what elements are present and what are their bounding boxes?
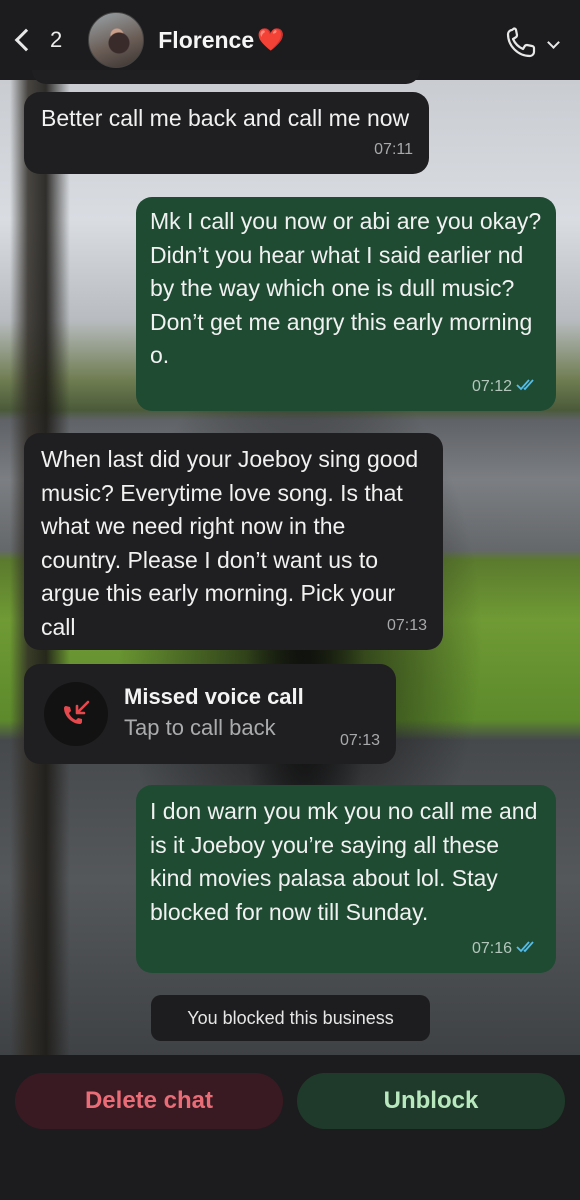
missed-call-card[interactable]: Missed voice call Tap to call back 07:13 bbox=[24, 664, 396, 764]
contact-name[interactable]: Florence bbox=[158, 27, 254, 54]
missed-call-icon bbox=[64, 700, 90, 724]
read-receipt-icon bbox=[516, 378, 534, 390]
heart-emoji: ❤️ bbox=[257, 27, 285, 52]
message-bubble-incoming[interactable]: When last did your Joeboy sing good musi… bbox=[24, 433, 443, 650]
back-button[interactable]: 2 bbox=[12, 15, 62, 65]
message-time-status: 07:16 bbox=[472, 932, 540, 966]
message-time: 07:13 bbox=[386, 616, 427, 634]
message-time: 07:13 bbox=[339, 732, 380, 749]
message-time: 07:11 bbox=[374, 140, 413, 158]
message-bubble-outgoing[interactable]: I don warn you mk you no call me and is … bbox=[136, 785, 556, 973]
chevron-down-icon[interactable] bbox=[547, 36, 560, 49]
missed-call-title: Missed voice call bbox=[124, 684, 304, 709]
message-text: I don warn you mk you no call me and is … bbox=[150, 798, 538, 925]
message-time-status: 07:12 bbox=[472, 370, 540, 404]
read-receipt-icon bbox=[516, 940, 534, 952]
message-text: Better call me back and call me now bbox=[41, 105, 410, 131]
message-bubble-outgoing[interactable]: Mk I call you now or abi are you okay? D… bbox=[136, 197, 556, 411]
unread-count: 2 bbox=[50, 27, 63, 52]
tap-to-call-back[interactable]: Tap to call back bbox=[124, 715, 276, 741]
unblock-button[interactable]: Unblock bbox=[297, 1073, 565, 1129]
message-time: 07:16 bbox=[471, 939, 512, 957]
message-time: 07:12 bbox=[471, 377, 512, 395]
bottom-action-bar: Delete chat Unblock bbox=[0, 1055, 580, 1200]
blocked-notice: You blocked this business bbox=[151, 995, 430, 1041]
avatar[interactable] bbox=[88, 12, 145, 68]
missed-call-icon-wrap bbox=[44, 682, 108, 746]
message-text: Mk I call you now or abi are you okay? D… bbox=[150, 208, 542, 368]
phone-icon[interactable] bbox=[504, 26, 544, 58]
delete-chat-button[interactable]: Delete chat bbox=[15, 1073, 283, 1129]
message-bubble-incoming[interactable]: Better call me back and call me now 07:1… bbox=[24, 92, 429, 174]
previous-message-edge bbox=[32, 70, 420, 84]
message-text: When last did your Joeboy sing good musi… bbox=[41, 446, 419, 640]
chevron-left-icon bbox=[14, 28, 38, 52]
chat-header: 2 Florence ❤️ bbox=[0, 0, 580, 80]
